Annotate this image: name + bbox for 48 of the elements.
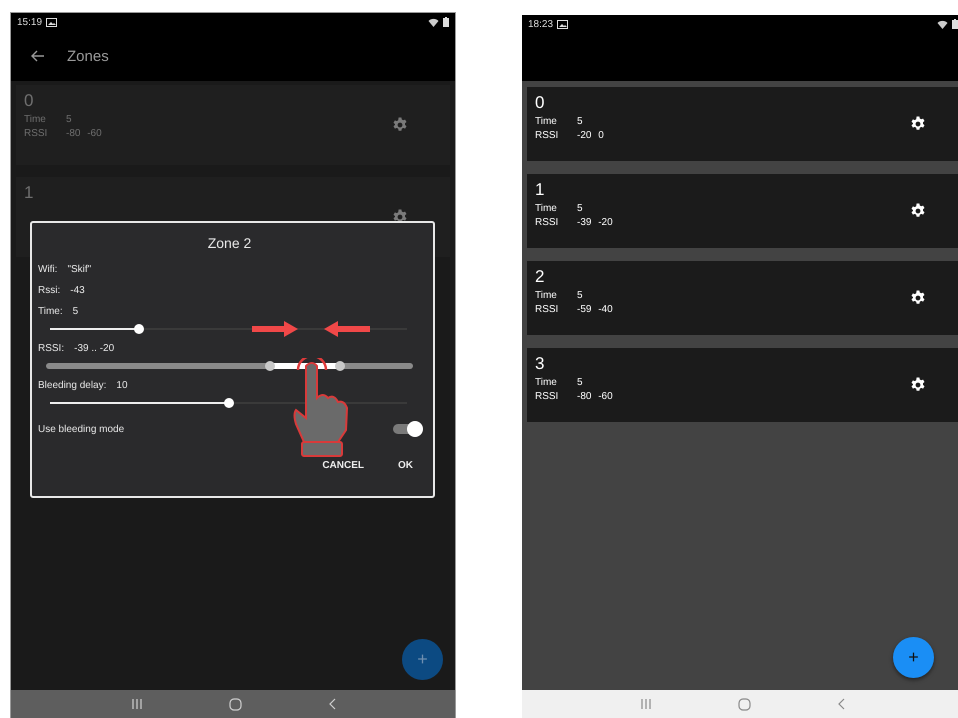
zone-card[interactable]: 2 Time 5 RSSI -59 -40 [527, 261, 958, 335]
zone-card[interactable]: 0 Time 5 RSSI -20 0 [527, 87, 958, 161]
rssi-value: -39 -20 [577, 217, 613, 228]
slider-label: Bleeding delay: [38, 380, 106, 391]
rssi-value: -80 -60 [577, 391, 613, 402]
zone-number: 2 [535, 267, 546, 287]
zone-number: 1 [24, 183, 34, 203]
zone-number: 0 [24, 91, 34, 111]
time-value: 5 [577, 116, 583, 127]
status-time: 18:23 [528, 18, 554, 30]
time-label: Time [24, 114, 47, 125]
time-label: Time [535, 116, 558, 127]
time-label: Time [535, 203, 558, 214]
time-value: 5 [577, 377, 583, 388]
rssi-value: -80 -60 [66, 128, 102, 139]
info-value: -43 [70, 285, 85, 296]
time-value: 5 [577, 290, 583, 301]
time-value: 5 [66, 114, 72, 125]
zone-card[interactable]: 1 Time 5 RSSI -39 -20 [527, 174, 958, 248]
range-label: RSSI: [38, 343, 64, 354]
slider-value: 5 [72, 306, 78, 317]
info-label: Rssi: [38, 285, 60, 296]
rssi-value: -59 -40 [577, 304, 613, 315]
rssi-label: RSSI [535, 391, 560, 402]
rssi-label: RSSI [535, 130, 560, 141]
slider-value: 10 [116, 380, 128, 391]
dialog-button[interactable]: OK [390, 454, 421, 477]
dialog-button[interactable]: CANCEL [314, 454, 372, 477]
rssi-label: RSSI [24, 128, 48, 139]
switch-label: Use bleeding mode [38, 424, 124, 434]
rssi-label: RSSI [535, 304, 560, 315]
time-value: 5 [577, 203, 583, 214]
dialog-title: Zone 2 [208, 235, 252, 251]
range-value: -39 .. -20 [74, 343, 114, 354]
status-time: 15:19 [17, 16, 42, 28]
time-label: Time [535, 290, 558, 301]
zone-number: 0 [535, 93, 546, 113]
zone-number: 1 [535, 180, 546, 200]
zone-card[interactable]: 3 Time 5 RSSI -80 -60 [527, 348, 958, 422]
info-value: "Skif" [67, 264, 92, 275]
time-label: Time [535, 377, 558, 388]
info-label: Wifi: [38, 264, 58, 275]
rssi-label: RSSI [535, 217, 560, 228]
rssi-value: -20 0 [577, 130, 604, 141]
zone-number: 3 [535, 354, 546, 374]
slider-label: Time: [38, 306, 63, 317]
add-button[interactable]: + [893, 637, 934, 678]
app-bar-title: Zones [67, 48, 109, 64]
